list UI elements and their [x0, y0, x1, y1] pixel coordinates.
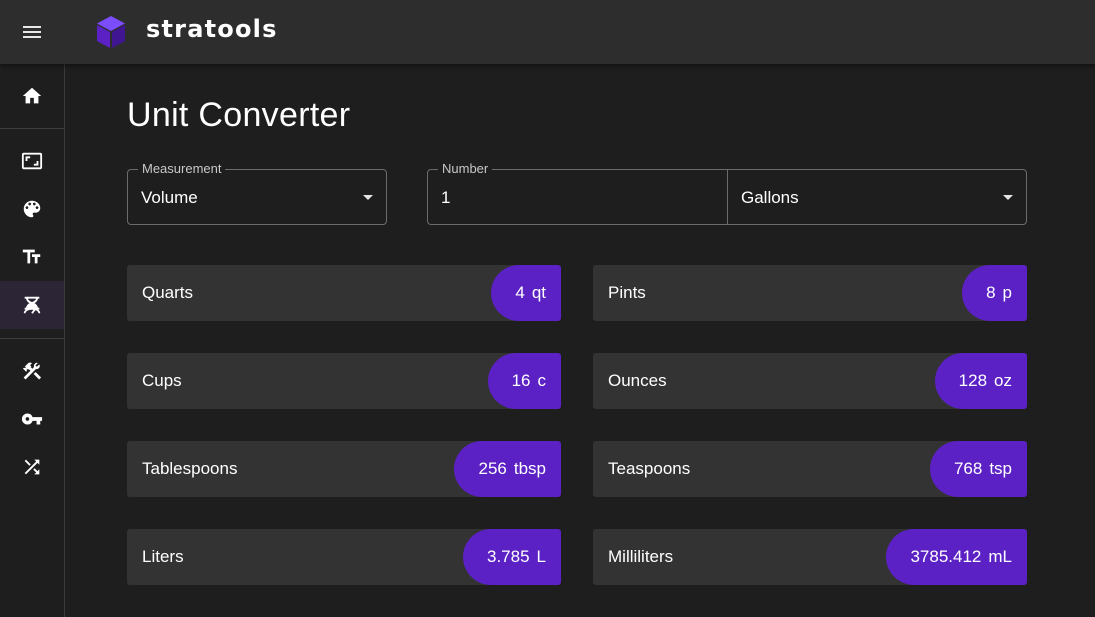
result-card-teaspoons: Teaspoons 768 tsp	[593, 441, 1027, 497]
unit-select-value[interactable]: Gallons	[741, 188, 799, 208]
number-label: Number	[438, 161, 493, 177]
result-card-quarts: Quarts 4 qt	[127, 265, 561, 321]
key-icon	[21, 413, 43, 425]
result-card-liters: Liters 3.785 L	[127, 529, 561, 585]
sidebar-item-passwords[interactable]	[0, 395, 64, 443]
sidebar-item-home[interactable]	[0, 72, 64, 120]
field-separator	[727, 169, 728, 225]
result-label: Tablespoons	[142, 459, 238, 478]
result-value-badge[interactable]: 4 qt	[491, 265, 561, 321]
sidebar-item-colors[interactable]	[0, 185, 64, 233]
result-value-badge[interactable]: 16 c	[487, 353, 561, 409]
hamburger-menu-icon[interactable]	[12, 12, 52, 52]
result-card-tablespoons: Tablespoons 256 tbsp	[127, 441, 561, 497]
text-size-icon	[22, 249, 41, 264]
chevron-down-icon[interactable]	[1003, 195, 1013, 200]
result-value-badge[interactable]: 8p	[962, 265, 1027, 321]
sidebar-item-typography[interactable]	[0, 233, 64, 281]
result-label: Cups	[142, 371, 182, 390]
page-title: Unit Converter	[127, 96, 351, 134]
brand-name[interactable]: stratools	[146, 15, 278, 43]
cube-logo-icon	[97, 16, 125, 48]
result-value-badge[interactable]: 768 tsp	[929, 441, 1027, 497]
measurement-select[interactable]: Measurement Volume	[127, 161, 387, 225]
result-card-pints: Pints 8p	[593, 265, 1027, 321]
aspect-ratio-icon	[21, 152, 43, 170]
measurement-value: Volume	[141, 188, 198, 207]
result-card-cups: Cups 16 c	[127, 353, 561, 409]
sidebar-item-unit-converter[interactable]	[0, 281, 64, 329]
result-value-badge[interactable]: 3.785 L	[462, 529, 561, 585]
palette-icon	[23, 200, 41, 218]
result-label: Quarts	[142, 283, 194, 302]
result-label: Teaspoons	[608, 459, 691, 478]
sidebar-item-randomizer[interactable]	[0, 443, 64, 491]
sidebar-item-design-tools[interactable]	[0, 347, 64, 395]
result-card-milliliters: Milliliters 3785.412 mL	[593, 529, 1027, 585]
sidebar-divider	[0, 338, 64, 339]
result-card-ounces: Ounces 128 oz	[593, 353, 1027, 409]
chevron-down-icon	[363, 195, 373, 200]
result-value-badge[interactable]: 256 tbsp	[454, 441, 561, 497]
top-app-bar: stratools	[0, 0, 1095, 64]
measurement-label: Measurement	[138, 161, 226, 177]
sidebar-divider	[0, 128, 64, 129]
home-icon	[22, 87, 42, 104]
result-value-badge[interactable]: 128 oz	[934, 353, 1027, 409]
sidebar	[0, 64, 65, 617]
result-label: Milliliters	[608, 547, 674, 566]
number-input[interactable]: 1	[441, 188, 450, 208]
converter-icon	[23, 296, 41, 314]
result-label: Pints	[608, 283, 646, 302]
result-label: Liters	[142, 547, 184, 566]
result-label: Ounces	[608, 371, 667, 390]
shuffle-icon	[24, 459, 40, 475]
sidebar-item-aspect-ratio[interactable]	[0, 137, 64, 185]
result-value-badge[interactable]: 3785.412 mL	[886, 529, 1027, 585]
tools-icon	[22, 362, 42, 380]
